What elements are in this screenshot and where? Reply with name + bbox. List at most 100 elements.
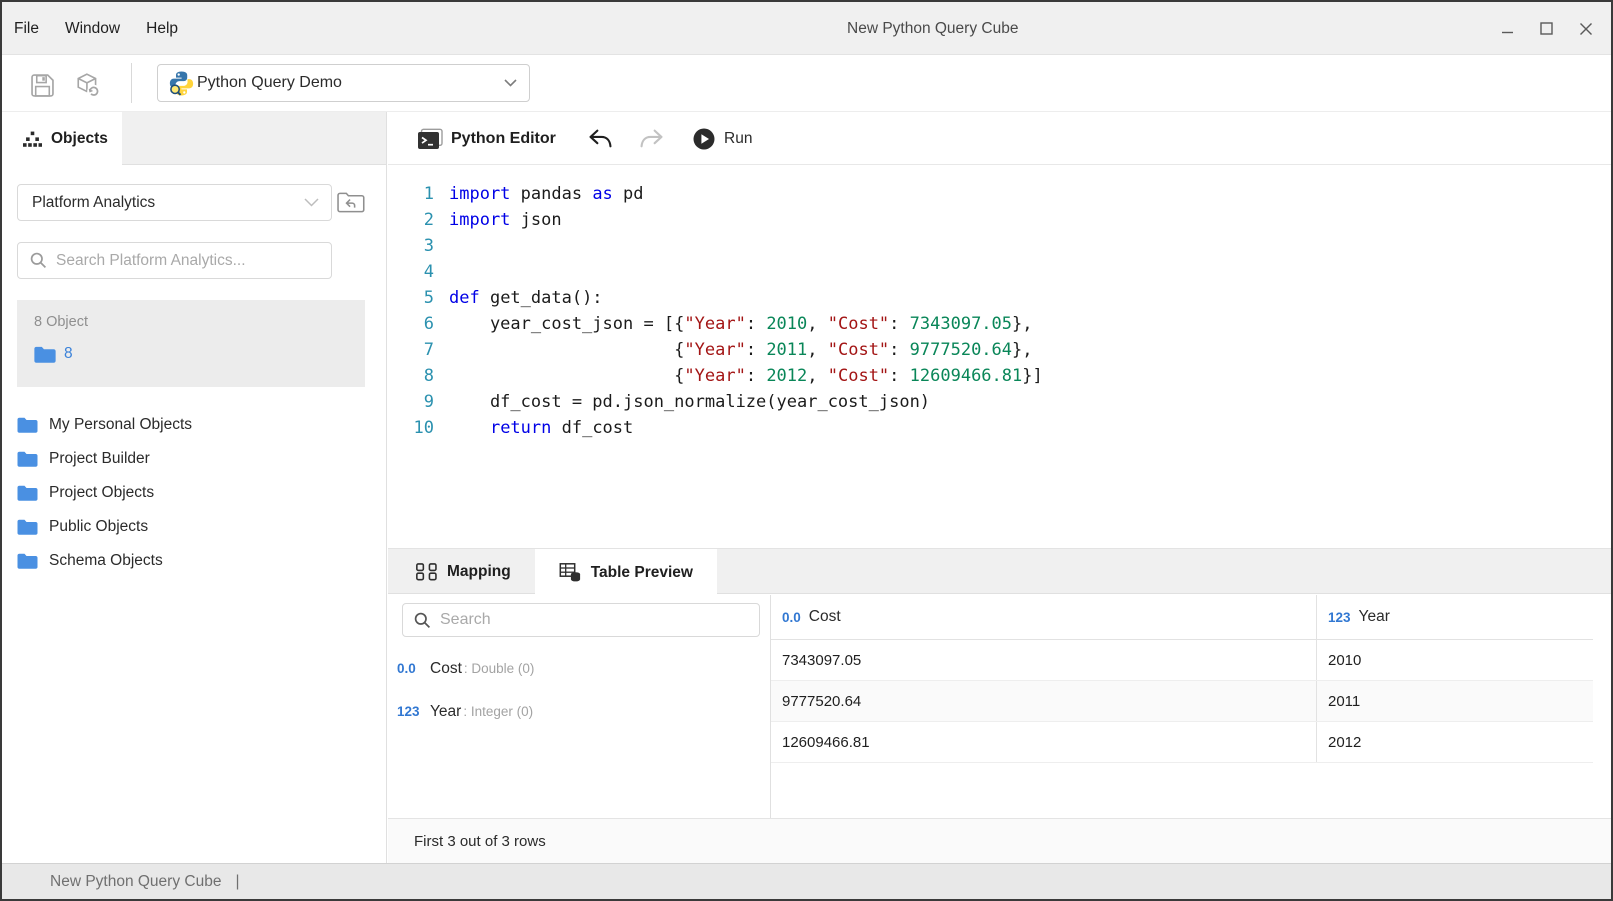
minimize-button[interactable] [1500, 21, 1515, 36]
code-text: def get_data(): [449, 285, 603, 311]
code-line: 3 [388, 233, 1611, 259]
table-column-header[interactable]: 123 Year [1316, 595, 1593, 639]
editor-title: Python Editor [451, 112, 556, 165]
tab-objects-label: Objects [51, 130, 108, 148]
table-column-header[interactable]: 0.0 Cost [771, 595, 1316, 639]
fields-panel: 0.0Cost: Double (0)123Year: Integer (0) [388, 595, 771, 818]
code-text: df_cost = pd.json_normalize(year_cost_js… [449, 389, 930, 415]
sidebar-search [17, 242, 332, 279]
save-button[interactable] [29, 72, 55, 98]
object-count-label: 8 Object [34, 314, 88, 330]
status-bar-title: New Python Query Cube [50, 873, 221, 891]
object-group[interactable]: 8 Object 8 [17, 300, 365, 387]
field-row[interactable]: 123Year: Integer (0) [388, 690, 770, 733]
redo-button[interactable] [638, 127, 666, 150]
code-text: {"Year": 2011, "Cost": 9777520.64}, [449, 337, 1033, 363]
row-count-status: First 3 out of 3 rows [414, 833, 546, 850]
objects-hierarchy-icon [23, 131, 42, 148]
line-number: 1 [388, 181, 434, 207]
status-bar: New Python Query Cube | [2, 863, 1611, 899]
sidebar-folder-item[interactable]: Schema Objects [2, 544, 386, 578]
undo-button[interactable] [586, 127, 614, 150]
cube-refresh-icon [75, 72, 101, 98]
tab-mapping[interactable]: Mapping [392, 549, 535, 595]
code-text: year_cost_json = [{"Year": 2010, "Cost":… [449, 311, 1033, 337]
bottom-tab-strip: Mapping Table Preview [388, 548, 1611, 594]
editor-panel: Python Editor Run 1import panda [388, 112, 1611, 863]
sidebar-search-input[interactable] [56, 252, 321, 270]
code-line: 8 {"Year": 2012, "Cost": 12609466.81}] [388, 363, 1611, 389]
folder-label: Project Builder [49, 450, 150, 468]
close-button[interactable] [1578, 21, 1593, 36]
line-number: 8 [388, 363, 434, 389]
tab-table-preview[interactable]: Table Preview [535, 549, 717, 596]
sidebar-folder-item[interactable]: Public Objects [2, 510, 386, 544]
field-list: 0.0Cost: Double (0)123Year: Integer (0) [388, 647, 770, 733]
project-selector[interactable]: Platform Analytics [17, 184, 332, 221]
python-editor-icon [418, 128, 443, 150]
line-number: 3 [388, 233, 434, 259]
code-line: 10 return df_cost [388, 415, 1611, 441]
folder-up-button[interactable] [336, 188, 366, 216]
field-meta: : Double (0) [464, 661, 535, 676]
code-line: 7 {"Year": 2011, "Cost": 9777520.64}, [388, 337, 1611, 363]
run-button[interactable]: Run [693, 112, 752, 165]
field-type-badge: 0.0 [397, 661, 430, 676]
field-row[interactable]: 0.0Cost: Double (0) [388, 647, 770, 690]
line-number: 9 [388, 389, 434, 415]
maximize-button[interactable] [1539, 21, 1554, 36]
fields-search [402, 603, 760, 637]
toolbar-divider [131, 63, 132, 103]
sidebar-folder-item[interactable]: My Personal Objects [2, 408, 386, 442]
toolbar: Python Query Demo [2, 55, 1611, 112]
tab-objects[interactable]: Objects [2, 112, 122, 166]
sidebar: Objects Platform Analytics 8 O [2, 112, 387, 863]
editor-header: Python Editor Run [388, 112, 1611, 165]
sidebar-folder-item[interactable]: Project Builder [2, 442, 386, 476]
folder-icon [17, 519, 38, 535]
dataset-selector[interactable]: Python Query Demo [157, 64, 530, 102]
sidebar-folder-list: My Personal Objects Project Builder Projec… [2, 408, 386, 578]
code-line: 2import json [388, 207, 1611, 233]
code-text: import pandas as pd [449, 181, 644, 207]
menu-help[interactable]: Help [146, 20, 178, 38]
column-name: Cost [809, 608, 841, 626]
folder-icon [17, 553, 38, 569]
field-meta: : Integer (0) [463, 704, 533, 719]
mapping-icon [416, 563, 437, 581]
table-row[interactable]: 12609466.812012 [771, 722, 1593, 763]
table-row[interactable]: 7343097.052010 [771, 640, 1593, 681]
column-name: Year [1359, 608, 1390, 626]
table-row[interactable]: 9777520.642011 [771, 681, 1593, 722]
table-cell: 2010 [1316, 640, 1593, 680]
table-cell: 2012 [1316, 722, 1593, 762]
code-line: 6 year_cost_json = [{"Year": 2010, "Cost… [388, 311, 1611, 337]
chevron-down-icon [504, 79, 517, 87]
menu-window[interactable]: Window [65, 20, 120, 38]
python-query-icon [168, 70, 195, 97]
save-icon [31, 74, 54, 97]
run-play-icon [693, 128, 715, 150]
field-name: Cost [430, 660, 462, 678]
fields-search-input[interactable] [440, 611, 749, 629]
code-line: 5def get_data(): [388, 285, 1611, 311]
column-type-badge: 0.0 [782, 610, 801, 625]
code-text: import json [449, 207, 562, 233]
preview-table: 0.0 Cost 123 Year 7343097.0520109777520.6420… [771, 595, 1611, 818]
code-editor[interactable]: 1import pandas as pd2import json345def g… [388, 166, 1611, 548]
table-preview-icon [559, 563, 581, 582]
sidebar-folder-item[interactable]: Project Objects [2, 476, 386, 510]
code-text: {"Year": 2012, "Cost": 12609466.81}] [449, 363, 1043, 389]
refresh-cube-button[interactable] [75, 72, 101, 98]
table-cell: 9777520.64 [771, 681, 1316, 721]
project-selector-value: Platform Analytics [32, 194, 304, 212]
menu-file[interactable]: File [14, 20, 39, 38]
column-type-badge: 123 [1328, 610, 1351, 625]
preview-table-inner: 0.0 Cost 123 Year 7343097.0520109777520.6420… [771, 595, 1593, 763]
folder-icon [17, 417, 38, 433]
menu-bar: File Window Help [14, 2, 178, 55]
app-window: File Window Help New Python Query Cube [0, 0, 1613, 901]
table-cell: 7343097.05 [771, 640, 1316, 680]
sidebar-tab-strip: Objects [2, 112, 386, 165]
folder-icon [34, 346, 56, 363]
